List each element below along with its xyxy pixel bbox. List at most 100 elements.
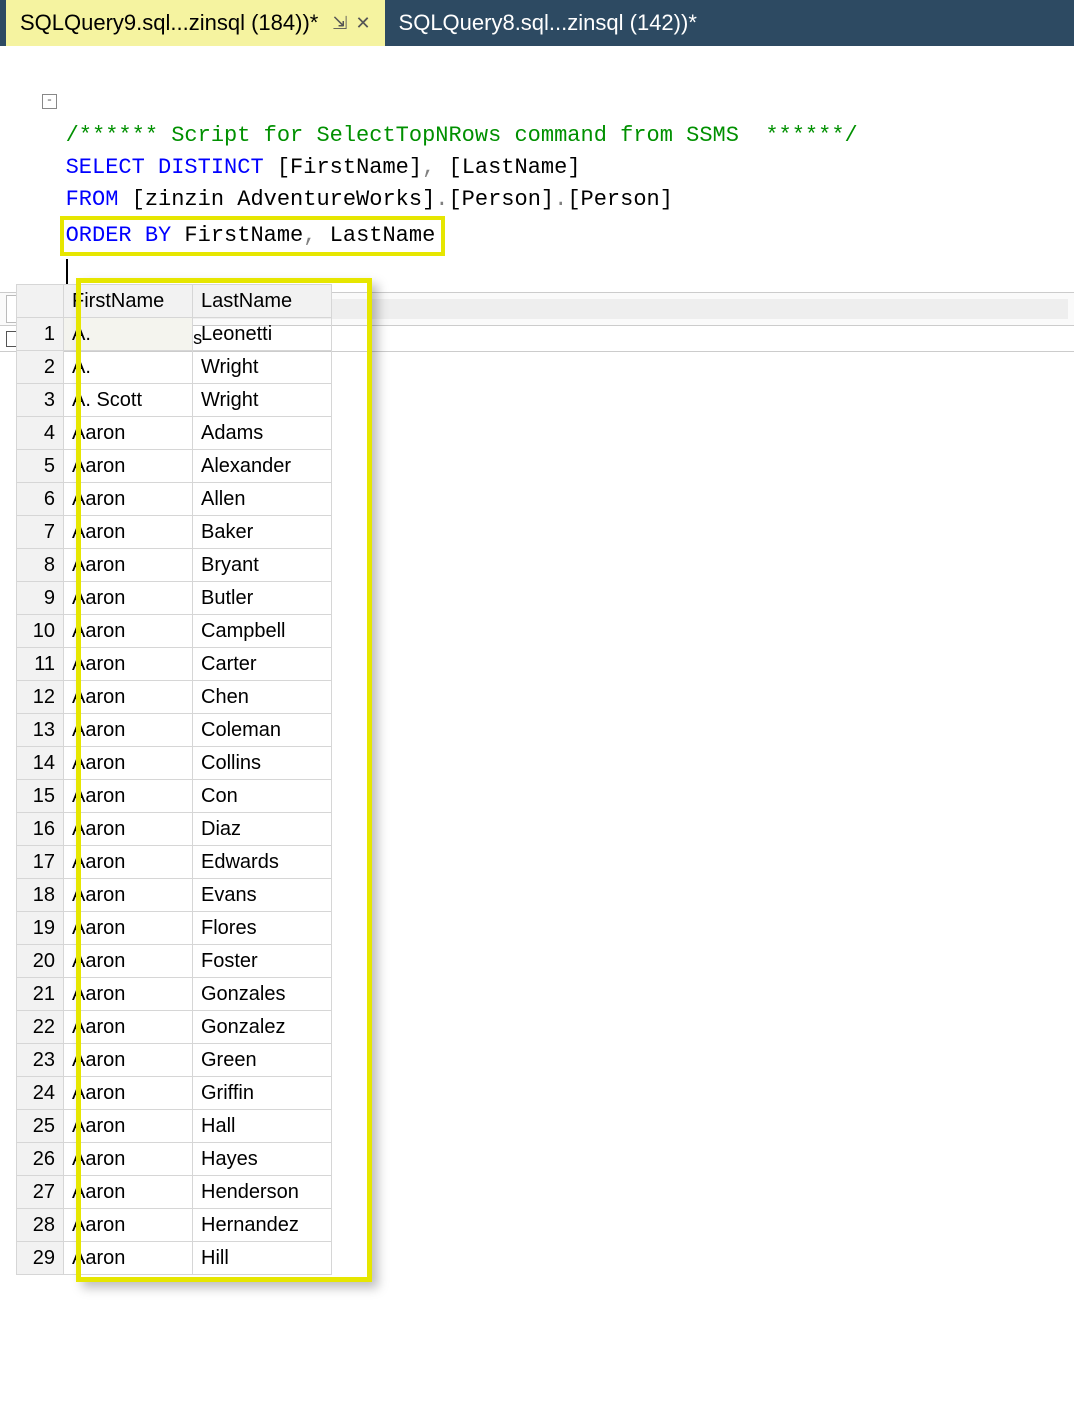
row-number[interactable]: 5 [17,450,64,483]
cell-lastname[interactable]: Alexander [193,450,332,483]
cell-firstname[interactable]: Aaron [64,648,193,681]
row-number[interactable]: 19 [17,912,64,945]
table-row[interactable]: 4AaronAdams [17,417,332,450]
cell-lastname[interactable]: Gonzalez [193,1011,332,1044]
cell-firstname[interactable]: Aaron [64,1011,193,1044]
row-number[interactable]: 23 [17,1044,64,1077]
row-number[interactable]: 15 [17,780,64,813]
cell-firstname[interactable]: Aaron [64,1044,193,1077]
table-row[interactable]: 10AaronCampbell [17,615,332,648]
header-firstname[interactable]: FirstName [64,285,193,318]
cell-lastname[interactable]: Diaz [193,813,332,846]
table-row[interactable]: 2A.Wright [17,351,332,384]
cell-lastname[interactable]: Adams [193,417,332,450]
table-row[interactable]: 7AaronBaker [17,516,332,549]
row-number[interactable]: 12 [17,681,64,714]
cell-firstname[interactable]: Aaron [64,879,193,912]
cell-lastname[interactable]: Green [193,1044,332,1077]
row-number[interactable]: 8 [17,549,64,582]
cell-lastname[interactable]: Coleman [193,714,332,747]
row-number[interactable]: 7 [17,516,64,549]
table-row[interactable]: 26AaronHayes [17,1143,332,1176]
row-number[interactable]: 13 [17,714,64,747]
table-row[interactable]: 24AaronGriffin [17,1077,332,1110]
cell-lastname[interactable]: Gonzales [193,978,332,1011]
cell-lastname[interactable]: Con [193,780,332,813]
table-row[interactable]: 23AaronGreen [17,1044,332,1077]
cell-lastname[interactable]: Griffin [193,1077,332,1110]
cell-firstname[interactable]: Aaron [64,483,193,516]
cell-firstname[interactable]: Aaron [64,450,193,483]
cell-lastname[interactable]: Edwards [193,846,332,879]
cell-firstname[interactable]: Aaron [64,1242,193,1275]
cell-lastname[interactable]: Baker [193,516,332,549]
cell-firstname[interactable]: Aaron [64,714,193,747]
table-row[interactable]: 21AaronGonzales [17,978,332,1011]
cell-firstname[interactable]: Aaron [64,1143,193,1176]
corner-cell[interactable] [17,285,64,318]
cell-firstname[interactable]: Aaron [64,1209,193,1242]
row-number[interactable]: 4 [17,417,64,450]
cell-lastname[interactable]: Butler [193,582,332,615]
cell-firstname[interactable]: Aaron [64,912,193,945]
cell-lastname[interactable]: Hall [193,1110,332,1143]
cell-lastname[interactable]: Hill [193,1242,332,1275]
row-number[interactable]: 9 [17,582,64,615]
table-row[interactable]: 12AaronChen [17,681,332,714]
row-number[interactable]: 17 [17,846,64,879]
cell-lastname[interactable]: Evans [193,879,332,912]
row-number[interactable]: 28 [17,1209,64,1242]
table-row[interactable]: 5AaronAlexander [17,450,332,483]
row-number[interactable]: 11 [17,648,64,681]
cell-lastname[interactable]: Flores [193,912,332,945]
table-row[interactable]: 14AaronCollins [17,747,332,780]
cell-firstname[interactable]: Aaron [64,1176,193,1209]
row-number[interactable]: 18 [17,879,64,912]
table-row[interactable]: 8AaronBryant [17,549,332,582]
table-row[interactable]: 3A. ScottWright [17,384,332,417]
results-grid[interactable]: FirstName LastName 1A.Leonetti2A.Wright3… [16,284,332,1275]
cell-firstname[interactable]: Aaron [64,780,193,813]
close-icon[interactable]: ✕ [355,13,370,34]
cell-lastname[interactable]: Collins [193,747,332,780]
row-number[interactable]: 3 [17,384,64,417]
tab-sqlquery9[interactable]: SQLQuery9.sql...zinsql (184))* ⇲ ✕ [6,0,385,46]
table-row[interactable]: 18AaronEvans [17,879,332,912]
table-row[interactable]: 16AaronDiaz [17,813,332,846]
cell-firstname[interactable]: Aaron [64,681,193,714]
cell-firstname[interactable]: Aaron [64,516,193,549]
cell-lastname[interactable]: Wright [193,351,332,384]
cell-lastname[interactable]: Bryant [193,549,332,582]
table-row[interactable]: 20AaronFoster [17,945,332,978]
cell-firstname[interactable]: A. [64,318,193,351]
table-row[interactable]: 27AaronHenderson [17,1176,332,1209]
pin-icon[interactable]: ⇲ [332,13,347,34]
row-number[interactable]: 1 [17,318,64,351]
cell-firstname[interactable]: A. [64,351,193,384]
cell-lastname[interactable]: Foster [193,945,332,978]
cell-firstname[interactable]: Aaron [64,615,193,648]
cell-firstname[interactable]: Aaron [64,813,193,846]
table-row[interactable]: 28AaronHernandez [17,1209,332,1242]
table-row[interactable]: 22AaronGonzalez [17,1011,332,1044]
row-number[interactable]: 14 [17,747,64,780]
row-number[interactable]: 20 [17,945,64,978]
table-row[interactable]: 19AaronFlores [17,912,332,945]
table-row[interactable]: 17AaronEdwards [17,846,332,879]
table-row[interactable]: 29AaronHill [17,1242,332,1275]
cell-firstname[interactable]: Aaron [64,945,193,978]
header-lastname[interactable]: LastName [193,285,332,318]
tab-sqlquery8[interactable]: SQLQuery8.sql...zinsql (142))* [385,0,711,46]
cell-lastname[interactable]: Allen [193,483,332,516]
sql-editor[interactable]: - /****** Script for SelectTopNRows comm… [0,46,1074,292]
row-number[interactable]: 22 [17,1011,64,1044]
row-number[interactable]: 26 [17,1143,64,1176]
table-row[interactable]: 13AaronColeman [17,714,332,747]
row-number[interactable]: 16 [17,813,64,846]
table-row[interactable]: 11AaronCarter [17,648,332,681]
cell-lastname[interactable]: Carter [193,648,332,681]
table-row[interactable]: 1A.Leonetti [17,318,332,351]
cell-lastname[interactable]: Hernandez [193,1209,332,1242]
cell-firstname[interactable]: Aaron [64,846,193,879]
row-number[interactable]: 27 [17,1176,64,1209]
